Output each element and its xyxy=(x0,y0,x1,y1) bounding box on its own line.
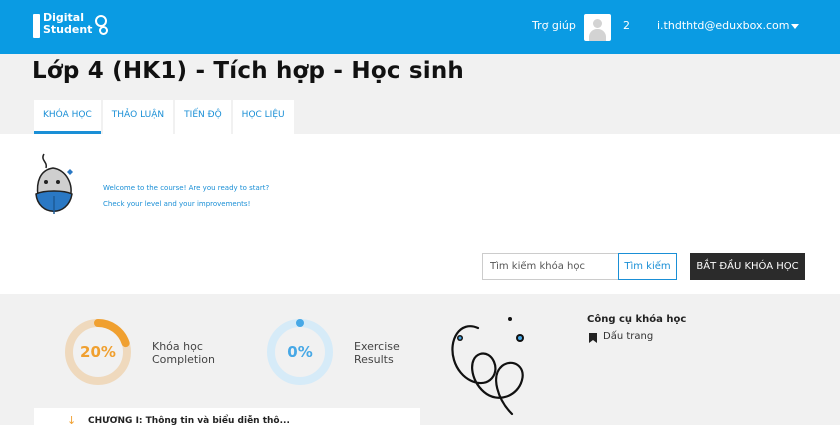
welcome-subtext: Check your level and your improvements! xyxy=(103,200,251,208)
top-navigation-bar: Digital Student Trợ giúp 2 i.thdthtd@edu… xyxy=(0,0,840,54)
avatar-head xyxy=(593,19,602,28)
logo-mark xyxy=(33,14,40,38)
tab-materials[interactable]: HỌC LIỆU xyxy=(232,100,294,134)
welcome-message: Welcome to the course! Are you ready to … xyxy=(103,184,270,192)
user-email[interactable]: i.thdthtd@eduxbox.com xyxy=(657,19,790,32)
course-tools-title: Công cụ khóa học xyxy=(587,314,687,325)
search-button[interactable]: Tìm kiếm xyxy=(618,253,677,280)
gear-icon xyxy=(95,15,107,27)
course-search-input[interactable] xyxy=(482,253,619,280)
user-avatar[interactable] xyxy=(584,14,611,41)
exercise-value: 0% xyxy=(287,343,313,361)
avatar-body xyxy=(589,29,606,41)
chevron-down-icon[interactable] xyxy=(791,24,799,29)
gear-small-icon xyxy=(99,26,108,35)
page-title: Lớp 4 (HK1) - Tích hợp - Học sinh xyxy=(32,58,464,84)
line-art-illustration xyxy=(451,317,524,416)
course-tabs: KHÓA HỌC THẢO LUẬN TIẾN ĐỘ HỌC LIỆU xyxy=(34,100,296,134)
digital-student-logo[interactable]: Digital Student xyxy=(33,12,113,42)
user-number: 2 xyxy=(623,19,630,32)
start-course-button[interactable]: BẮT ĐẦU KHÓA HỌC xyxy=(690,253,805,280)
logo-text: Digital Student xyxy=(43,11,93,36)
exercise-label: Exercise Results xyxy=(354,340,400,366)
bookmarks-link[interactable]: Dấu trang xyxy=(603,331,653,342)
tab-progress[interactable]: TIẾN ĐỘ xyxy=(175,100,231,134)
chapter-title[interactable]: CHƯƠNG I: Thông tin và biểu diễn thô... xyxy=(88,416,290,425)
arrow-down-icon: ↓ xyxy=(67,414,77,425)
completion-value: 20% xyxy=(80,343,116,361)
tab-discussion[interactable]: THẢO LUẬN xyxy=(102,100,174,134)
bookmark-icon xyxy=(589,333,597,343)
exercise-ring-marker xyxy=(296,319,304,327)
completion-label: Khóa học Completion xyxy=(152,340,216,366)
mascot-illustration xyxy=(35,153,73,214)
help-link[interactable]: Trợ giúp xyxy=(532,19,576,32)
tab-course[interactable]: KHÓA HỌC xyxy=(34,100,101,134)
